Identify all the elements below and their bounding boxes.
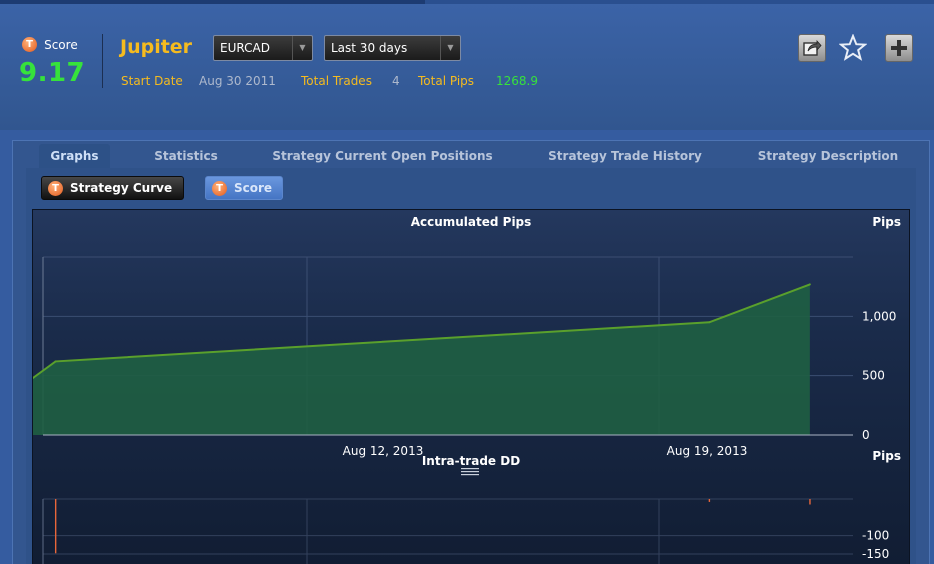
add-button[interactable]	[885, 34, 913, 62]
y-tick-labels-accumulated: 0 500 1,000	[862, 309, 896, 442]
tab-description[interactable]: Strategy Description	[752, 144, 904, 168]
y-axis-label-intratrade: Pips	[872, 449, 901, 463]
star-icon	[839, 34, 867, 61]
share-button[interactable]	[798, 34, 826, 62]
y-tick-label: 0	[862, 428, 870, 442]
score-label: Score	[44, 37, 78, 52]
intratrade-dd-bars	[54, 499, 811, 554]
score-box: T Score	[22, 34, 78, 53]
strategy-curve-label: Strategy Curve	[70, 181, 173, 195]
tab-statistics[interactable]: Statistics	[146, 144, 226, 168]
share-icon	[803, 39, 822, 56]
chevron-down-icon: ▼	[292, 36, 312, 60]
dd-bar	[54, 499, 57, 554]
chevron-down-icon: ▼	[440, 36, 460, 60]
total-pips-value: 1268.9	[496, 74, 538, 88]
chart-title-accumulated: Accumulated Pips	[411, 215, 532, 229]
data-point	[808, 283, 811, 286]
y-tick-labels-intratrade: -100 -150	[862, 529, 889, 561]
grid-intratrade	[42, 498, 853, 564]
x-tick-label-aug12: Aug 12, 2013	[343, 444, 424, 458]
tab-graphs[interactable]: Graphs	[39, 144, 110, 168]
charts-svg: Accumulated Pips Pips 0 500 1,000 Aug 12, …	[4, 215, 901, 564]
dd-bar	[809, 499, 811, 505]
total-pips-label: Total Pips	[418, 74, 475, 88]
period-select[interactable]: Last 30 days ▼	[324, 35, 461, 61]
strategy-curve-button[interactable]: T Strategy Curve	[41, 176, 184, 200]
score-badge-icon: T	[22, 37, 37, 52]
total-trades-label: Total Trades	[301, 74, 372, 88]
y-tick-label: -100	[862, 529, 889, 543]
chart-container: Accumulated Pips Pips 0 500 1,000 Aug 12, …	[4, 209, 910, 564]
score-graph-label: Score	[234, 181, 273, 195]
pair-select[interactable]: EURCAD ▼	[213, 35, 313, 61]
start-date-value: Aug 30 2011	[199, 74, 276, 88]
header-divider	[102, 34, 103, 88]
pair-select-value: EURCAD	[220, 41, 270, 55]
tab-open-positions[interactable]: Strategy Current Open Positions	[268, 144, 497, 168]
period-select-value: Last 30 days	[331, 41, 408, 55]
strategy-header	[0, 4, 934, 130]
start-date-label: Start Date	[121, 74, 183, 88]
data-point	[54, 360, 57, 363]
y-tick-label: 1,000	[862, 309, 896, 323]
chart-title-intratrade: Intra-trade DD	[422, 454, 520, 468]
y-tick-label: -150	[862, 547, 889, 561]
dd-bar	[708, 499, 711, 502]
total-trades-value: 4	[392, 74, 400, 88]
accumulated-pips-area	[5, 284, 810, 435]
y-tick-label: 500	[862, 369, 885, 383]
y-axis-label-accumulated: Pips	[872, 215, 901, 229]
drag-handle-icon[interactable]	[461, 468, 479, 476]
strategy-name: Jupiter	[120, 36, 193, 58]
data-point	[708, 321, 711, 324]
score-value: 9.17	[19, 58, 86, 88]
t-logo-icon: T	[48, 180, 63, 196]
score-graph-button[interactable]: T Score	[205, 176, 283, 200]
favorite-button[interactable]	[839, 34, 867, 62]
plus-icon	[891, 40, 907, 56]
t-logo-icon: T	[212, 180, 227, 196]
x-tick-label-aug19: Aug 19, 2013	[667, 444, 748, 458]
tab-trade-history[interactable]: Strategy Trade History	[542, 144, 708, 168]
